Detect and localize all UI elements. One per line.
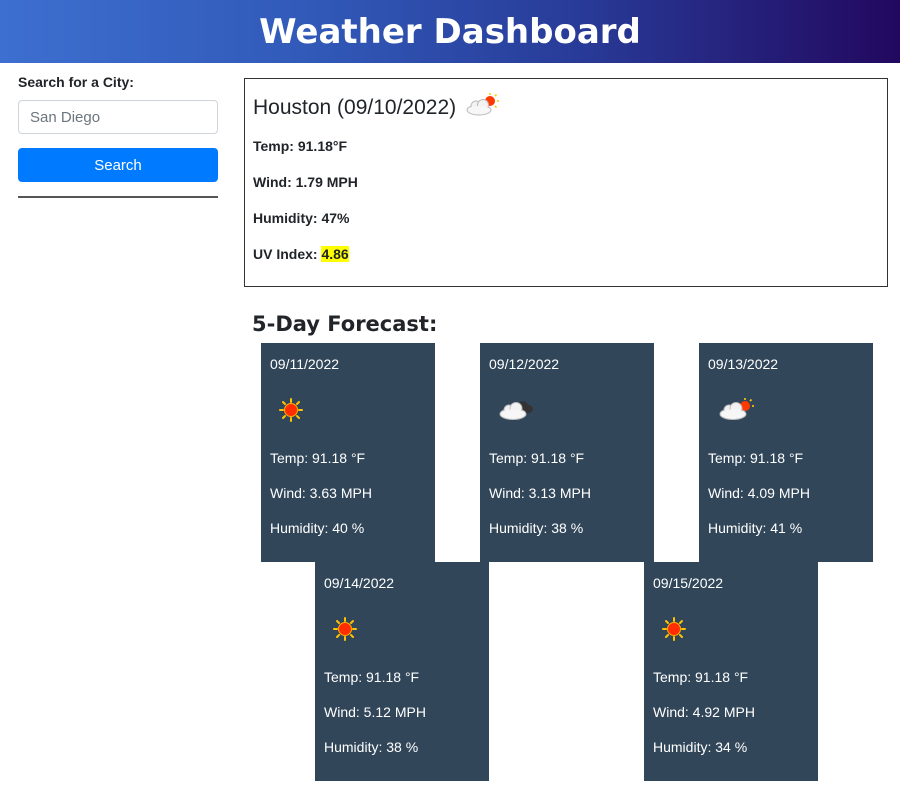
partly-cloudy-icon xyxy=(464,93,500,123)
current-wind: Wind: 1.79 MPH xyxy=(253,174,358,190)
partly-cloudy-icon xyxy=(716,397,756,423)
current-city-heading: Houston (09/10/2022) xyxy=(253,93,879,123)
current-humidity: Humidity: 47% xyxy=(253,210,350,226)
forecast-humidity: Humidity: 38 % xyxy=(489,520,584,536)
forecast-date: 09/14/2022 xyxy=(324,575,395,591)
forecast-date: 09/15/2022 xyxy=(653,575,724,591)
sun-icon xyxy=(661,616,687,642)
forecast-card: 09/12/2022 Temp: 91.18 °F Wind: 3.13 MPH… xyxy=(480,343,654,562)
forecast-date: 09/12/2022 xyxy=(489,356,560,372)
forecast-date: 09/11/2022 xyxy=(270,356,340,372)
page-title: Weather Dashboard xyxy=(259,11,641,52)
forecast-temp: Temp: 91.18 °F xyxy=(653,669,749,685)
current-temp: Temp: 91.18°F xyxy=(253,138,348,154)
forecast-wind: Wind: 4.09 MPH xyxy=(708,485,810,501)
sun-icon xyxy=(278,397,304,423)
forecast-card: 09/15/2022 Temp: 91.18 °F Wind: 4.92 MPH… xyxy=(644,562,818,781)
forecast-wind: Wind: 3.63 MPH xyxy=(270,485,372,501)
city-search-input[interactable] xyxy=(18,100,218,134)
forecast-humidity: Humidity: 41 % xyxy=(708,520,803,536)
cloud-icon xyxy=(497,397,537,423)
forecast-temp: Temp: 91.18 °F xyxy=(324,669,420,685)
uv-index-label: UV Index: xyxy=(253,246,322,262)
sun-icon xyxy=(332,616,358,642)
search-label: Search for a City: xyxy=(18,74,134,90)
forecast-humidity: Humidity: 40 % xyxy=(270,520,365,536)
forecast-card: 09/14/2022 Temp: 91.18 °F Wind: 5.12 MPH… xyxy=(315,562,489,781)
sidebar-divider xyxy=(18,196,218,198)
current-uv-index: UV Index: 4.86 xyxy=(253,245,879,264)
forecast-wind: Wind: 4.92 MPH xyxy=(653,704,755,720)
forecast-humidity: Humidity: 38 % xyxy=(324,739,419,755)
search-button[interactable]: Search xyxy=(18,148,218,182)
forecast-temp: Temp: 91.18 °F xyxy=(489,450,585,466)
current-weather-panel: Houston (09/10/2022) Temp: 91.18°F Wind:… xyxy=(244,78,888,287)
forecast-card: 09/13/2022 Temp: 91.18 °F Wind: 4.09 MPH… xyxy=(699,343,873,562)
forecast-humidity: Humidity: 34 % xyxy=(653,739,748,755)
current-city-date: Houston (09/10/2022) xyxy=(253,96,457,119)
forecast-date: 09/13/2022 xyxy=(708,356,779,372)
search-sidebar: Search for a City: Search xyxy=(18,74,218,198)
forecast-wind: Wind: 5.12 MPH xyxy=(324,704,426,720)
forecast-temp: Temp: 91.18 °F xyxy=(708,450,804,466)
page-header: Weather Dashboard xyxy=(0,0,900,63)
forecast-card: 09/11/2022 Temp: 91.18 °F Wind: 3.63 MPH… xyxy=(261,343,435,562)
forecast-temp: Temp: 91.18 °F xyxy=(270,450,366,466)
forecast-wind: Wind: 3.13 MPH xyxy=(489,485,591,501)
uv-index-value: 4.86 xyxy=(321,246,349,262)
forecast-title: 5-Day Forecast: xyxy=(252,312,438,336)
